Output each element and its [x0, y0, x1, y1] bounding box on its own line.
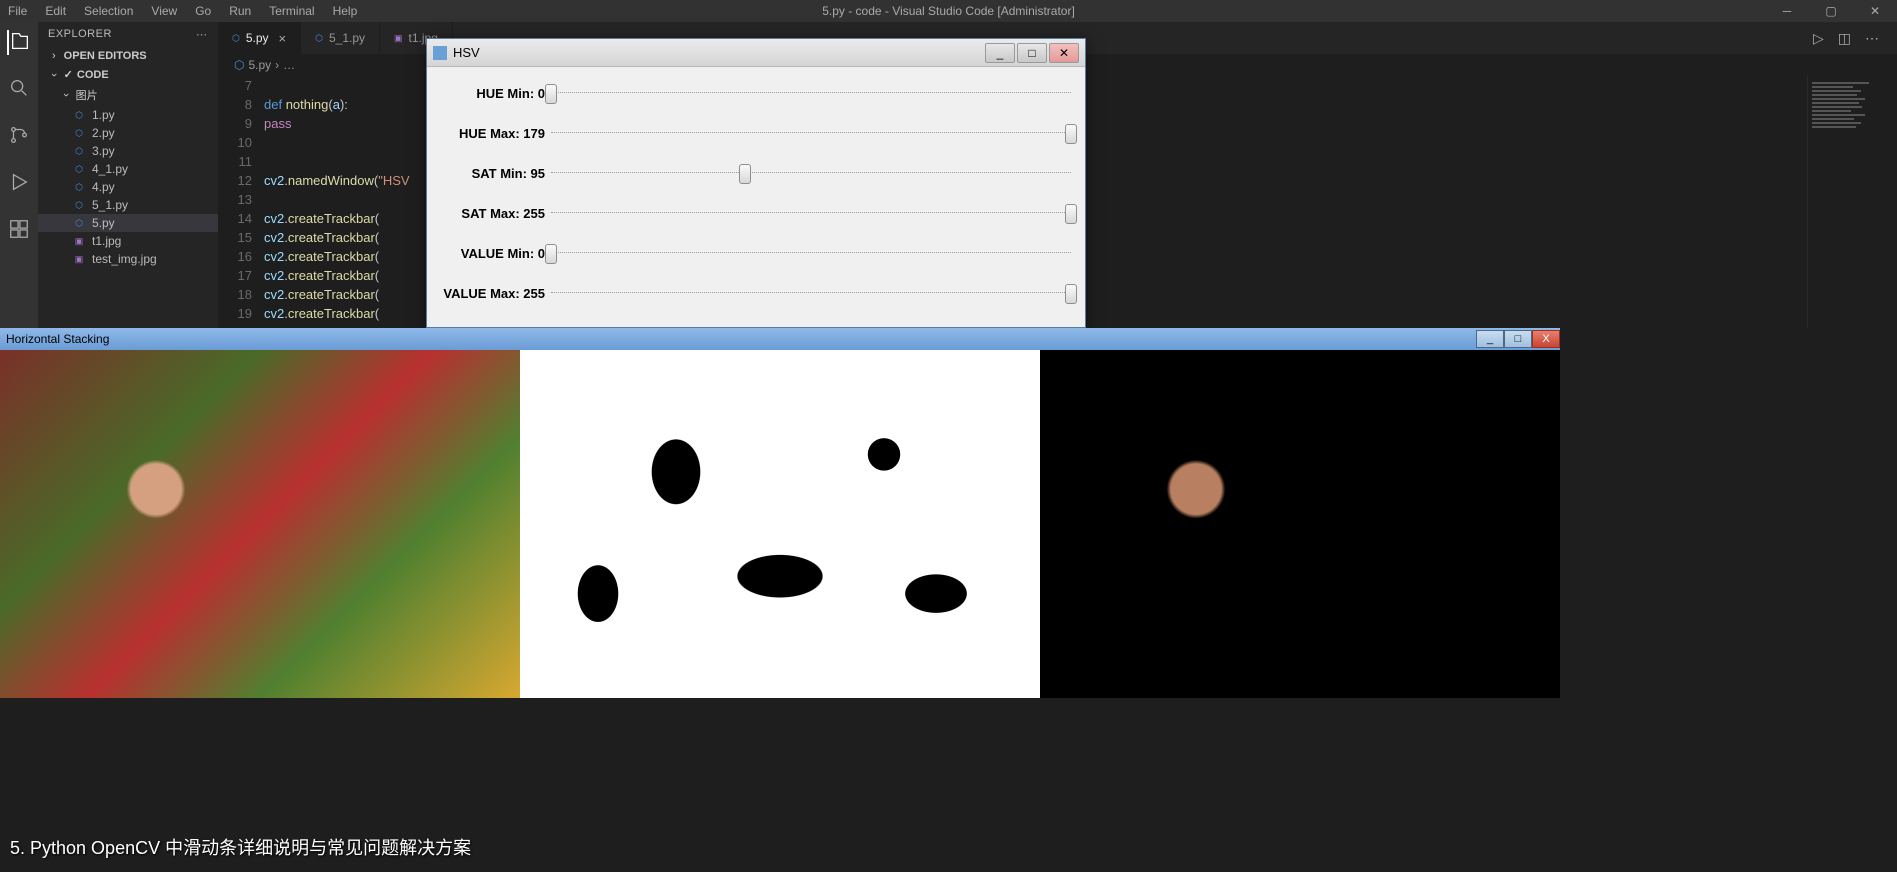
window-title: 5.py - code - Visual Studio Code [Admini… [822, 4, 1075, 18]
trackbar-label: HUE Max: 179 [441, 126, 551, 141]
py-file-icon: ⬡ [72, 126, 86, 140]
trackbar-label: SAT Max: 255 [441, 206, 551, 221]
subfolder[interactable]: 图片 [38, 84, 218, 106]
menu-run[interactable]: Run [229, 4, 251, 18]
img-file-icon: ▣ [72, 252, 86, 266]
hsv-window-title: HSV [453, 45, 480, 60]
video-caption: 5. Python OpenCV 中滑动条详细说明与常见问题解决方案 [10, 834, 471, 860]
py-file-icon: ⬡ [232, 33, 240, 44]
close-tab-icon[interactable]: × [279, 31, 287, 46]
trackbar-slider[interactable] [551, 168, 1071, 178]
file-item[interactable]: ⬡5.py [38, 214, 218, 232]
py-file-icon: ⬡ [72, 198, 86, 212]
py-file-icon: ⬡ [315, 33, 323, 44]
mask-image-pane [520, 350, 1040, 698]
hsv-minimize-icon[interactable]: _ [985, 43, 1015, 63]
trackbar-slider[interactable] [551, 288, 1071, 298]
file-item[interactable]: ⬡4.py [38, 178, 218, 196]
run-debug-icon[interactable] [8, 171, 30, 196]
editor-tab[interactable]: ⬡5.py× [218, 22, 301, 54]
file-list: ⬡1.py⬡2.py⬡3.py⬡4_1.py⬡4.py⬡5_1.py⬡5.py▣… [38, 106, 218, 268]
stacking-maximize-icon[interactable]: □ [1504, 330, 1532, 348]
trackbar-row: HUE Max: 179 [441, 113, 1071, 153]
window-minimize-icon[interactable]: ─ [1765, 4, 1809, 18]
window-close-icon[interactable]: ✕ [1853, 4, 1897, 18]
trackbar-slider[interactable] [551, 208, 1071, 218]
explorer-sidebar: EXPLORER ⋯ OPEN EDITORS ✓ CODE 图片 ⬡1.py⬡… [38, 22, 218, 328]
py-file-icon: ⬡ [72, 180, 86, 194]
trackbar-label: VALUE Min: 0 [441, 246, 551, 261]
menu-view[interactable]: View [151, 4, 177, 18]
trackbar-row: HUE Min: 0 [441, 73, 1071, 113]
py-file-icon: ⬡ [72, 144, 86, 158]
trackbar-row: VALUE Max: 255 [441, 273, 1071, 313]
trackbar-slider[interactable] [551, 88, 1071, 98]
stacking-close-icon[interactable]: X [1532, 330, 1560, 348]
split-editor-icon[interactable]: ◫ [1838, 30, 1851, 47]
window-maximize-icon[interactable]: ▢ [1809, 4, 1853, 18]
file-item[interactable]: ⬡2.py [38, 124, 218, 142]
slider-thumb-icon[interactable] [1065, 284, 1077, 304]
stacking-title: Horizontal Stacking [6, 332, 109, 346]
img-file-icon: ▣ [72, 234, 86, 248]
hsv-window-icon [433, 46, 447, 60]
file-item[interactable]: ⬡1.py [38, 106, 218, 124]
menu-selection[interactable]: Selection [84, 4, 133, 18]
explorer-more-icon[interactable]: ⋯ [196, 28, 208, 41]
explorer-icon[interactable] [7, 30, 31, 55]
file-item[interactable]: ⬡4_1.py [38, 160, 218, 178]
trackbar-row: SAT Max: 255 [441, 193, 1071, 233]
trackbar-slider[interactable] [551, 128, 1071, 138]
img-file-icon: ▣ [394, 33, 403, 44]
trackbar-slider[interactable] [551, 248, 1071, 258]
run-file-icon[interactable]: ▷ [1813, 30, 1824, 47]
stacking-titlebar[interactable]: Horizontal Stacking _ □ X [0, 328, 1560, 350]
source-control-icon[interactable] [8, 124, 30, 149]
original-image-pane [0, 350, 520, 698]
trackbar-label: VALUE Max: 255 [441, 286, 551, 301]
file-item[interactable]: ▣test_img.jpg [38, 250, 218, 268]
menu-terminal[interactable]: Terminal [269, 4, 314, 18]
py-file-icon: ⬡ [72, 108, 86, 122]
search-icon[interactable] [8, 77, 30, 102]
menu-file[interactable]: File [8, 4, 27, 18]
extensions-icon[interactable] [8, 218, 30, 243]
hsv-maximize-icon[interactable]: □ [1017, 43, 1047, 63]
file-item[interactable]: ⬡3.py [38, 142, 218, 160]
horizontal-stacking-window: Horizontal Stacking _ □ X [0, 328, 1560, 698]
stacking-minimize-icon[interactable]: _ [1476, 330, 1504, 348]
vscode-menubar: File Edit Selection View Go Run Terminal… [0, 0, 1897, 22]
py-file-icon: ⬡ [72, 162, 86, 176]
slider-thumb-icon[interactable] [1065, 124, 1077, 144]
explorer-title: EXPLORER [48, 28, 112, 41]
slider-thumb-icon[interactable] [545, 84, 557, 104]
menu-go[interactable]: Go [195, 4, 211, 18]
open-editors-section[interactable]: OPEN EDITORS [38, 47, 218, 65]
menu-edit[interactable]: Edit [45, 4, 66, 18]
py-file-icon: ⬡ [72, 216, 86, 230]
file-item[interactable]: ⬡5_1.py [38, 196, 218, 214]
slider-thumb-icon[interactable] [1065, 204, 1077, 224]
activity-bar [0, 22, 38, 328]
editor-tab[interactable]: ⬡5_1.py [301, 22, 380, 54]
result-image-pane [1040, 350, 1560, 698]
trackbar-label: SAT Min: 95 [441, 166, 551, 181]
menu-help[interactable]: Help [333, 4, 358, 18]
file-item[interactable]: ▣t1.jpg [38, 232, 218, 250]
trackbar-row: SAT Min: 95 [441, 153, 1071, 193]
hsv-window: HSV _ □ ✕ HUE Min: 0 HUE Max: 179 SAT Mi… [426, 38, 1086, 328]
editor-more-icon[interactable]: ⋯ [1865, 30, 1879, 47]
hsv-titlebar[interactable]: HSV _ □ ✕ [427, 39, 1085, 67]
slider-thumb-icon[interactable] [739, 164, 751, 184]
trackbar-row: VALUE Min: 0 [441, 233, 1071, 273]
trackbar-label: HUE Min: 0 [441, 86, 551, 101]
hsv-close-icon[interactable]: ✕ [1049, 43, 1079, 63]
minimap[interactable] [1807, 76, 1897, 328]
folder-section[interactable]: ✓ CODE [38, 65, 218, 84]
slider-thumb-icon[interactable] [545, 244, 557, 264]
